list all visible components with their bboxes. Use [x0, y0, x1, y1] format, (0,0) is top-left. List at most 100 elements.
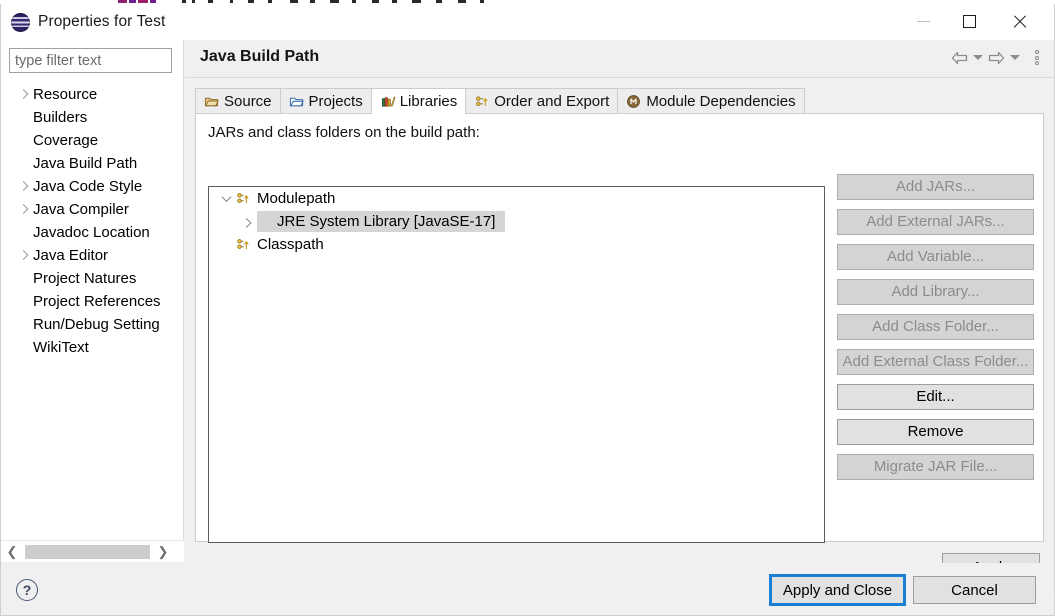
tab-order-and-export[interactable]: Order and Export [465, 88, 619, 114]
libraries-tree-node-label: Classpath [257, 236, 324, 253]
header-divider [185, 77, 1054, 78]
libraries-tree-node[interactable]: Classpath [209, 233, 824, 256]
sidebar-item-javadoc-location[interactable]: Javadoc Location [1, 221, 184, 244]
add-class-folder-button: Add Class Folder... [837, 314, 1034, 340]
expand-chevron-right-icon[interactable] [19, 205, 28, 214]
sidebar-item-label: Java Code Style [33, 178, 143, 195]
tab-label: Order and Export [494, 93, 610, 110]
maximize-button[interactable] [946, 4, 992, 38]
libraries-tree-node[interactable]: Modulepath [209, 187, 824, 210]
sidebar-item-label: Javadoc Location [33, 224, 150, 241]
sidebar-item-label: Coverage [33, 132, 99, 149]
minimize-button[interactable] [900, 4, 946, 38]
build-path-tabs: Source Projects Libraries Order and Expo… [195, 88, 805, 114]
forward-arrow-icon[interactable] [988, 51, 1005, 65]
order-export-icon [474, 94, 489, 109]
cancel-button[interactable]: Cancel [913, 576, 1036, 604]
page-header: Java Build Path [185, 40, 1054, 77]
sidebar-item-java-editor[interactable]: Java Editor [1, 244, 184, 267]
sidebar-item-label: Resource [33, 86, 98, 103]
sidebar-item-project-natures[interactable]: Project Natures [1, 267, 184, 290]
tab-label: Source [224, 93, 272, 110]
close-button[interactable] [996, 4, 1042, 38]
minimize-icon [916, 20, 930, 22]
libraries-tree-node[interactable]: JRE System Library [JavaSE-17] [209, 210, 824, 233]
add-library-button: Add Library... [837, 279, 1034, 305]
filter-input[interactable] [9, 48, 172, 73]
sidebar-horizontal-scrollbar[interactable]: ❮ ❯ [1, 540, 184, 562]
page-header-toolbar [951, 49, 1044, 66]
scroll-right-arrow-icon[interactable]: ❯ [152, 541, 174, 563]
tab-label: Projects [308, 93, 363, 110]
title-bar: Properties for Test [1, 4, 1054, 40]
tab-libraries[interactable]: Libraries [370, 88, 467, 114]
page-title: Java Build Path [200, 48, 320, 65]
remove-button[interactable]: Remove [837, 419, 1034, 445]
tab-source[interactable]: Source [195, 88, 281, 114]
module-circle-icon [626, 94, 641, 109]
back-arrow-icon[interactable] [951, 51, 968, 65]
properties-dialog: Properties for Test Resource Builders Cove… [0, 4, 1055, 616]
sidebar-item-label: Java Build Path [33, 155, 138, 172]
libraries-action-buttons: Add JARs... Add External JARs... Add Varia… [837, 174, 1034, 489]
add-external-class-folder-button: Add External Class Folder... [837, 349, 1034, 375]
add-variable-button: Add Variable... [837, 244, 1034, 270]
scrollbar-thumb[interactable] [25, 544, 150, 559]
sidebar-item-resource[interactable]: Resource [1, 83, 184, 106]
sidebar-item-java-build-path[interactable]: Java Build Path [1, 152, 184, 175]
forward-history-chevron-down-icon[interactable] [1010, 55, 1020, 60]
add-jars-button: Add JARs... [837, 174, 1034, 200]
back-history-chevron-down-icon[interactable] [973, 55, 983, 60]
tab-projects[interactable]: Projects [279, 88, 372, 114]
open-folder-icon [289, 94, 304, 109]
sidebar-item-label: Project References [33, 293, 161, 310]
sidebar-item-run-debug-setting[interactable]: Run/Debug Setting [1, 313, 184, 336]
dialog-body: Resource Builders Coverage Java Build Path J… [1, 40, 1055, 598]
twisty-placeholder [217, 233, 235, 256]
sidebar-item-label: Builders [33, 109, 88, 126]
tab-label: Module Dependencies [646, 93, 796, 110]
libraries-tab-panel: JARs and class folders on the build path… [195, 113, 1044, 543]
dialog-footer: ? Apply and Close Cancel [1, 563, 1054, 615]
libraries-tree-node-label: JRE System Library [JavaSE-17] [277, 213, 496, 230]
panel-description: JARs and class folders on the build path… [208, 124, 480, 141]
sidebar-item-project-references[interactable]: Project References [1, 290, 184, 313]
scroll-left-arrow-icon[interactable]: ❮ [1, 541, 23, 563]
sidebar-item-java-code-style[interactable]: Java Code Style [1, 175, 184, 198]
sidebar-item-label: WikiText [33, 339, 89, 356]
tab-module-dependencies[interactable]: Module Dependencies [617, 88, 805, 114]
source-folder-icon [204, 94, 219, 109]
sidebar-item-label: Java Editor [33, 247, 109, 264]
edit-button[interactable]: Edit... [837, 384, 1034, 410]
tab-label: Libraries [399, 93, 458, 110]
sidebar-item-java-compiler[interactable]: Java Compiler [1, 198, 184, 221]
books-icon [380, 94, 396, 109]
eclipse-logo-icon [11, 12, 30, 32]
close-icon [1012, 14, 1027, 29]
apply-and-close-button[interactable]: Apply and Close [769, 574, 906, 606]
settings-tree: Resource Builders Coverage Java Build Path J… [1, 83, 184, 359]
settings-tree-pane: Resource Builders Coverage Java Build Path J… [1, 40, 184, 562]
vertical-dots-icon[interactable] [1030, 49, 1044, 66]
modulepath-icon [235, 191, 252, 207]
libraries-tree[interactable]: Modulepath JRE System Library [JavaSE-17… [208, 186, 825, 543]
sidebar-item-label: Project Natures [33, 270, 137, 287]
sidebar-item-builders[interactable]: Builders [1, 106, 184, 129]
libraries-tree-node-label: Modulepath [257, 190, 336, 207]
help-icon[interactable]: ? [16, 579, 38, 601]
sidebar-item-label: Java Compiler [33, 201, 129, 218]
expand-chevron-right-icon[interactable] [19, 90, 28, 99]
sidebar-item-wikitext[interactable]: WikiText [1, 336, 184, 359]
expand-chevron-right-icon[interactable] [19, 251, 28, 260]
migrate-jar-file-button: Migrate JAR File... [837, 454, 1034, 480]
modulepath-icon [235, 237, 252, 253]
window-title: Properties for Test [38, 13, 166, 30]
maximize-icon [962, 14, 976, 28]
add-external-jars-button: Add External JARs... [837, 209, 1034, 235]
expand-chevron-right-icon[interactable] [19, 182, 28, 191]
collapse-chevron-down-icon[interactable] [217, 187, 235, 210]
settings-page-pane: Java Build Path Source Projects Librarie… [185, 40, 1054, 562]
expand-chevron-right-icon[interactable] [237, 210, 255, 233]
sidebar-item-label: Run/Debug Setting [33, 316, 160, 333]
sidebar-item-coverage[interactable]: Coverage [1, 129, 184, 152]
